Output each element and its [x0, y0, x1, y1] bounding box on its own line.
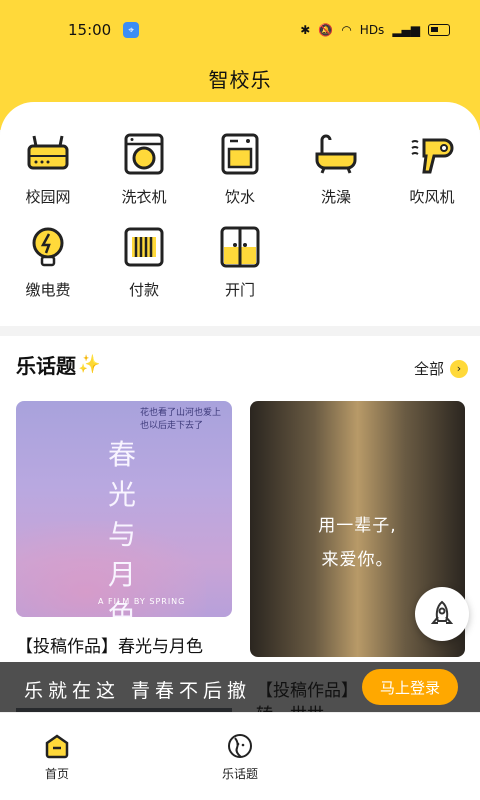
- topic-card-image[interactable]: 花也看了山河也爱上 也以后走下去了 春光与月色 A FILM BY SPRING: [16, 401, 232, 617]
- nav-home[interactable]: 首页: [17, 733, 97, 782]
- service-label: 校园网: [25, 188, 71, 206]
- washing-machine-icon: [122, 132, 166, 176]
- topic-card-title[interactable]: 【投稿作品】: [256, 676, 358, 701]
- service-washing-machine[interactable]: 洗衣机: [96, 132, 192, 207]
- service-hair-dryer[interactable]: 吹风机: [384, 132, 480, 207]
- bluetooth-icon: ✱: [300, 23, 311, 37]
- nav-topics[interactable]: 乐话题: [200, 733, 280, 782]
- hair-dryer-icon: [410, 132, 454, 176]
- service-label: 吹风机: [409, 188, 455, 206]
- service-campus-network[interactable]: 校园网: [0, 132, 96, 207]
- topic-icon: [228, 734, 252, 758]
- chevron-right-icon: ›: [450, 359, 468, 378]
- wifi-icon: ◠: [341, 23, 352, 37]
- service-electricity[interactable]: 缴电费: [0, 225, 96, 300]
- topics-all-link[interactable]: 全部 ›: [414, 358, 468, 379]
- lightbulb-icon: [26, 225, 70, 269]
- service-open-door[interactable]: 开门: [192, 225, 288, 300]
- service-label: 开门: [224, 281, 255, 299]
- router-icon: [26, 132, 70, 176]
- rocket-icon: [430, 600, 454, 624]
- topics-title: 乐话题: [16, 354, 76, 378]
- card-art-line: 用一辈子,: [318, 516, 397, 536]
- topics-header: 乐话题 ✨: [12, 350, 101, 379]
- app-title: 智校乐: [208, 68, 272, 92]
- service-label: 付款: [128, 281, 159, 299]
- network-label: HDs: [359, 23, 385, 37]
- signal-icon: ▂▄▆: [392, 23, 420, 37]
- status-time: 15:00: [68, 21, 112, 39]
- home-icon: [45, 734, 69, 759]
- bottom-nav: 首页 乐话题: [0, 712, 480, 800]
- card-art-title: 春光与月色: [108, 438, 137, 617]
- service-label: 缴电费: [25, 281, 71, 299]
- all-label: 全部: [413, 360, 444, 378]
- service-label: 洗衣机: [121, 188, 167, 206]
- card-art-caption: 花也看了山河也爱上 也以后走下去了: [140, 408, 222, 431]
- rocket-button[interactable]: [415, 587, 469, 641]
- nav-label: 乐话题: [221, 767, 258, 781]
- payment-icon: [122, 225, 166, 269]
- topic-card-title[interactable]: 【投稿作品】春光与月色: [16, 632, 203, 657]
- mute-icon: 🔕: [318, 23, 334, 37]
- login-button[interactable]: 马上登录: [362, 669, 458, 705]
- battery-icon: [428, 24, 450, 36]
- service-shower[interactable]: 洗澡: [288, 132, 384, 207]
- service-payment[interactable]: 付款: [96, 225, 192, 300]
- status-bar: 15:00 ⌖ ✱ 🔕 ◠ HDs ▂▄▆: [0, 0, 480, 60]
- banner-slogan: 乐就在这 青春不后撤: [24, 680, 252, 702]
- card-art-film: A FILM BY SPRING: [98, 597, 186, 606]
- service-label: 洗澡: [320, 188, 351, 206]
- nav-label: 首页: [44, 767, 69, 781]
- bathtub-icon: [314, 132, 358, 176]
- door-icon: [218, 225, 262, 269]
- card-art-line: 来爱你。: [321, 550, 394, 570]
- service-drinking-water[interactable]: 饮水: [192, 132, 288, 207]
- notification-icon: ⌖: [123, 22, 140, 38]
- water-dispenser-icon: [218, 132, 262, 176]
- services-grid: 校园网 洗衣机 饮水 洗澡 吹风机 缴电费 付款 开门: [0, 132, 480, 300]
- service-label: 饮水: [224, 188, 255, 206]
- sparkle-icon: ✨: [78, 354, 101, 375]
